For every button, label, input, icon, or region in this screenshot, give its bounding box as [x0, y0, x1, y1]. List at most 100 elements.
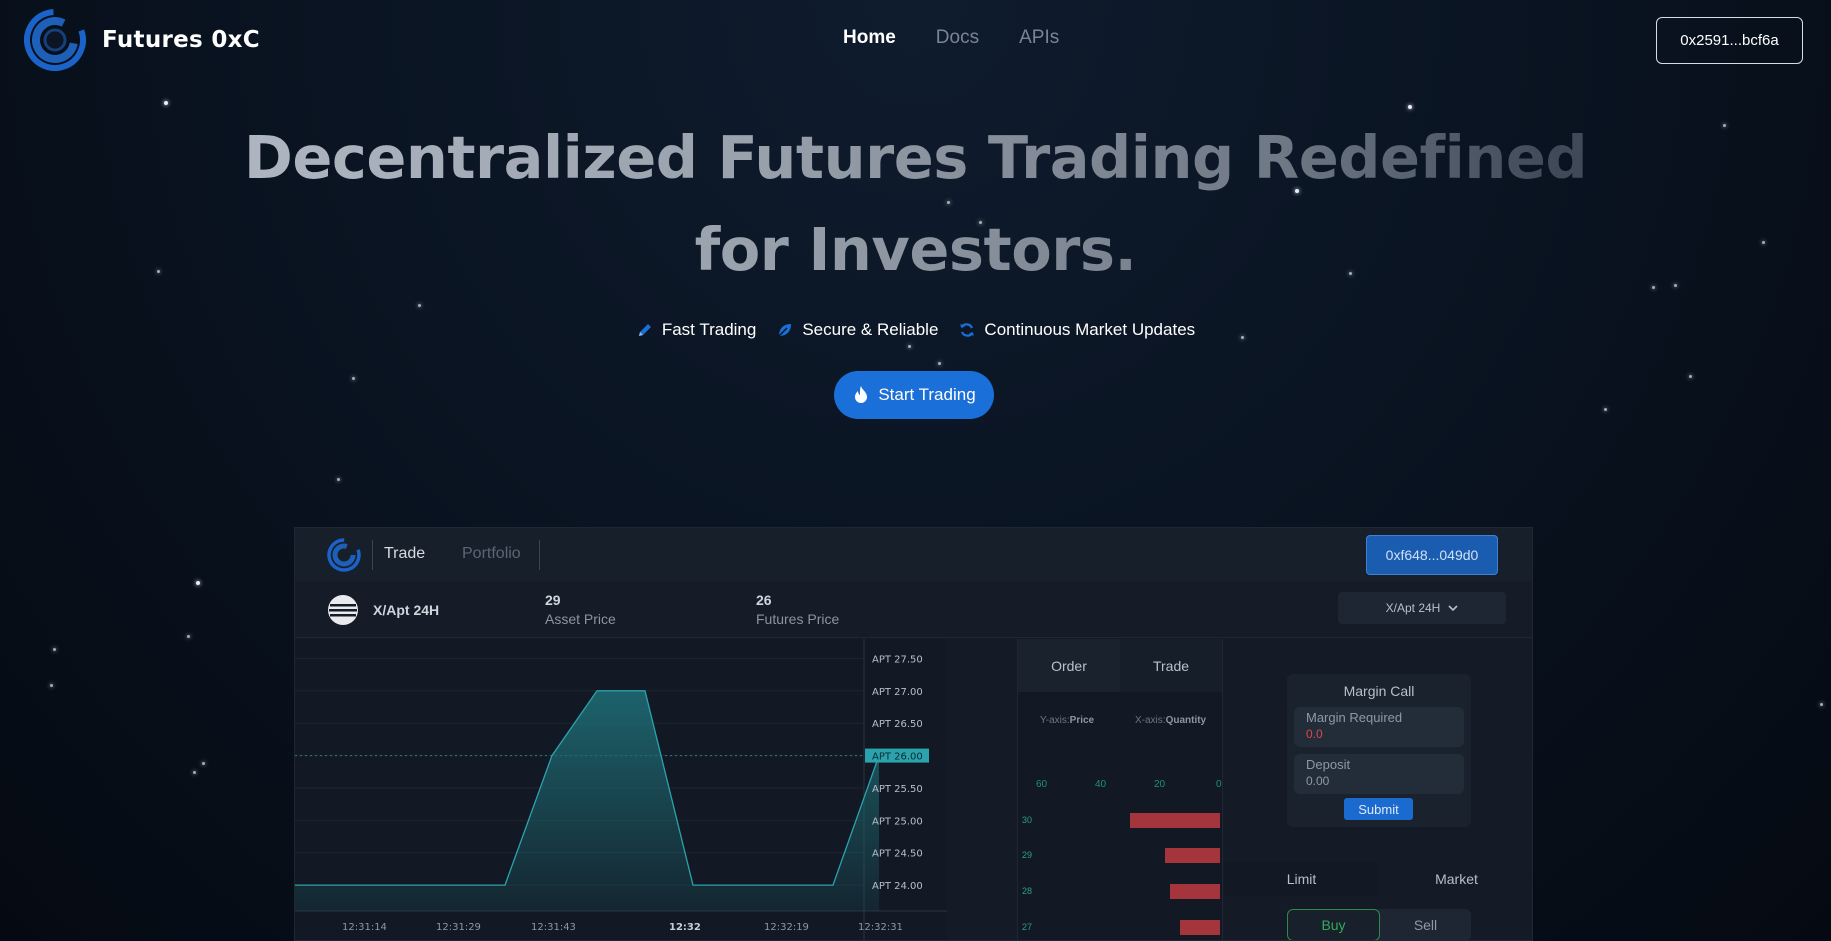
star: [202, 762, 205, 765]
feature-label: Fast Trading: [661, 320, 757, 339]
top-navbar: Futures 0xC Home Docs APIs 0x2591...bcf6…: [0, 0, 1831, 80]
nav-link-apis[interactable]: APIs: [1019, 27, 1059, 49]
order-quantity-bar: [1130, 813, 1220, 828]
futures-price-label: Futures Price: [756, 611, 840, 627]
pair-select-value: X/Apt 24H: [1385, 601, 1441, 615]
chevron-down-icon: [1448, 605, 1458, 612]
submit-margin-button[interactable]: Submit: [1344, 798, 1413, 820]
nav-link-docs[interactable]: Docs: [936, 27, 979, 49]
star: [1408, 105, 1412, 109]
price-tick-label: APT 24.00: [872, 881, 923, 892]
x-axis-info: X-axis:Quantity: [1135, 715, 1206, 726]
sell-button[interactable]: Sell: [1380, 909, 1471, 940]
quantity-ticks: 60 40 20 0: [1018, 779, 1224, 793]
hero-title: Decentralized Futures Trading Redefined …: [0, 112, 1831, 296]
order-book-row[interactable]: 27: [1018, 920, 1224, 936]
hero-title-line1: Decentralized Futures Trading Redefined: [243, 123, 1588, 192]
divider: [539, 540, 540, 570]
star: [196, 581, 200, 585]
tab-order[interactable]: Order: [1018, 639, 1120, 692]
margin-required-field[interactable]: Margin Required 0.0: [1294, 707, 1464, 747]
star: [187, 635, 190, 638]
pencil-icon: [638, 324, 651, 336]
order-quantity-bar: [1180, 920, 1220, 935]
order-book-row[interactable]: 29: [1018, 848, 1224, 864]
x-axis-value: Quantity: [1165, 715, 1207, 726]
y-axis-info: Y-axis:Price: [1040, 715, 1094, 726]
qty-tick: 20: [1154, 779, 1166, 790]
qty-tick: 60: [1036, 779, 1048, 790]
order-quantity-bar: [1170, 884, 1220, 899]
asset-price-value: 29: [545, 592, 561, 608]
feature-list: Fast Trading Secure & Reliable Continuou…: [0, 320, 1831, 340]
hero-title-line2: for Investors.: [694, 215, 1137, 284]
trade-form-panel: Margin Call Margin Required 0.0 Deposit …: [1224, 639, 1532, 940]
margin-required-value: 0.0: [1306, 727, 1323, 741]
order-price: 29: [1022, 850, 1033, 860]
deposit-field[interactable]: Deposit 0.00: [1294, 754, 1464, 794]
star: [1604, 408, 1607, 411]
flame-icon: [855, 386, 868, 403]
time-tick-label: 12:31:14: [342, 922, 387, 933]
tab-trade[interactable]: Trade: [384, 545, 425, 563]
feature-secure-reliable: Secure & Reliable: [776, 320, 938, 340]
star: [1820, 703, 1823, 706]
refresh-icon: [960, 323, 975, 337]
start-trading-button[interactable]: Start Trading: [834, 371, 994, 419]
tab-market[interactable]: Market: [1379, 862, 1532, 896]
order-price: 27: [1022, 922, 1033, 932]
order-price: 28: [1022, 886, 1033, 896]
time-tick-label: 12:32:31: [858, 922, 903, 933]
y-axis-value: Price: [1069, 715, 1095, 726]
feature-market-updates: Continuous Market Updates: [958, 320, 1195, 340]
app-header: Trade Portfolio 0xf648...049d0: [295, 528, 1532, 582]
current-price-label: APT 26.00: [872, 752, 923, 763]
order-book-row[interactable]: 28: [1018, 884, 1224, 900]
pair-select-dropdown[interactable]: X/Apt 24H: [1338, 592, 1506, 624]
app-wallet-button[interactable]: 0xf648...049d0: [1366, 535, 1498, 575]
star: [418, 304, 421, 307]
order-book-row[interactable]: 30: [1018, 813, 1224, 829]
tab-portfolio[interactable]: Portfolio: [462, 545, 521, 563]
star: [337, 478, 340, 481]
star: [908, 345, 911, 348]
wallet-address-button[interactable]: 0x2591...bcf6a: [1656, 17, 1803, 64]
brand[interactable]: Futures 0xC: [24, 9, 260, 71]
leaf-icon: [778, 324, 792, 337]
brand-logo-icon: [24, 9, 86, 71]
app-preview: Trade Portfolio 0xf648...049d0 X/Apt 24H…: [294, 527, 1533, 941]
y-axis-prefix: Y-axis:: [1040, 715, 1070, 726]
buy-button[interactable]: Buy: [1287, 909, 1380, 940]
price-area: [295, 690, 879, 911]
futures-price-value: 26: [756, 592, 772, 608]
feature-label: Secure & Reliable: [802, 320, 939, 339]
margin-call-title: Margin Call: [1343, 683, 1415, 699]
qty-tick: 0: [1216, 779, 1222, 790]
order-price: 30: [1022, 815, 1033, 825]
tab-trade-history[interactable]: Trade: [1120, 639, 1222, 692]
brand-name: Futures 0xC: [102, 27, 260, 53]
price-chart[interactable]: APT 27.50 APT 27.00 APT 26.50 APT 26.00 APT …: [295, 639, 947, 940]
price-tick-label: APT 24.50: [872, 849, 923, 860]
order-book-tabs: Order Trade: [1018, 639, 1222, 692]
price-tick-label: APT 25.00: [872, 816, 923, 827]
price-chart-svg: APT 27.50 APT 27.00 APT 26.50 APT 26.00 APT …: [295, 639, 947, 940]
margin-call-card: Margin Call Margin Required 0.0 Deposit …: [1287, 674, 1471, 827]
star: [50, 684, 53, 687]
nav-link-home[interactable]: Home: [843, 27, 896, 49]
price-tick-label: APT 25.50: [872, 784, 923, 795]
tab-limit[interactable]: Limit: [1224, 862, 1379, 896]
star: [164, 101, 168, 105]
deposit-label: Deposit: [1306, 757, 1351, 772]
star: [352, 377, 355, 380]
order-book-panel: Order Trade Y-axis:Price X-axis:Quantity…: [1017, 639, 1224, 940]
price-tick-label: APT 26.50: [872, 719, 923, 730]
qty-tick: 40: [1095, 779, 1107, 790]
star: [53, 648, 56, 651]
start-trading-label: Start Trading: [878, 385, 976, 404]
order-quantity-bar: [1165, 848, 1220, 863]
pair-info-bar: X/Apt 24H 29 Asset Price 26 Futures Pric…: [295, 582, 1532, 638]
time-tick-label: 12:31:29: [436, 922, 481, 933]
star: [193, 771, 196, 774]
x-axis-prefix: X-axis:: [1135, 715, 1166, 726]
